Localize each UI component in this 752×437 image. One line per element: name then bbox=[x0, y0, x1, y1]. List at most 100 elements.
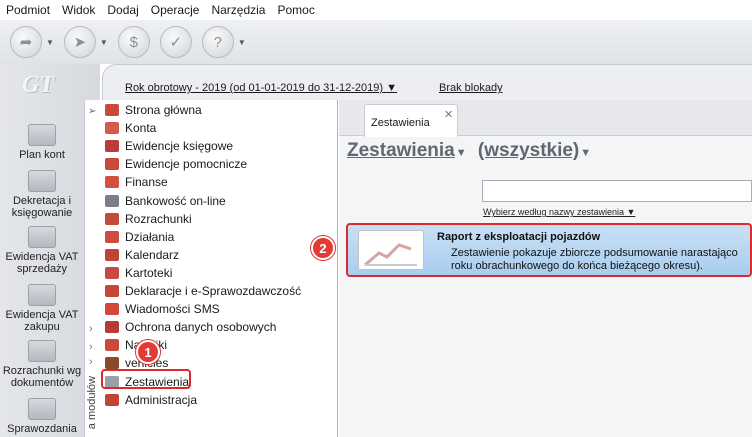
highlight-zestawienia bbox=[101, 369, 191, 389]
dropdown-arrow-icon[interactable]: ▼ bbox=[46, 38, 54, 47]
chevron-down-icon[interactable]: ▼ bbox=[456, 147, 467, 159]
search-hint-label: Wybierz według nazwy zestawienia bbox=[483, 207, 624, 217]
search-hint[interactable]: Wybierz według nazwy zestawienia ▼ bbox=[483, 207, 635, 217]
tab-zestawienia[interactable]: Zestawienia ✕ bbox=[364, 104, 458, 137]
menu-podmiot[interactable]: Podmiot bbox=[6, 3, 50, 17]
report-title: Raport z eksploatacji pojazdów bbox=[437, 231, 601, 243]
nav-label: Dekretacja i księgowanie bbox=[11, 195, 73, 219]
module-item[interactable]: Działania bbox=[105, 228, 174, 246]
module-item[interactable]: Kartoteki bbox=[105, 264, 172, 282]
page-title: Zestawienia▼ (wszystkie)▼ bbox=[347, 140, 597, 162]
module-icon bbox=[105, 266, 119, 279]
tab-label: Zestawienia bbox=[371, 117, 430, 129]
module-icon bbox=[105, 303, 119, 316]
module-icon bbox=[105, 104, 119, 116]
module-label: Konta bbox=[125, 121, 157, 136]
checklist-button[interactable]: ✓ bbox=[159, 26, 192, 58]
module-item[interactable]: Ewidencje pomocnicze bbox=[105, 155, 247, 173]
nav-label: Rozrachunki wg dokumentów bbox=[2, 365, 82, 389]
module-icon bbox=[105, 212, 119, 225]
module-item[interactable]: Bankowość on-line bbox=[105, 192, 226, 210]
nav-label: Ewidencja VAT sprzedaży bbox=[5, 251, 79, 275]
fiscal-year-selector[interactable]: Rok obrotowy - 2019 (od 01-01-2019 do 31… bbox=[125, 82, 397, 94]
filter-dropdown[interactable]: (wszystkie) bbox=[478, 140, 579, 161]
module-icon bbox=[105, 122, 119, 135]
module-item[interactable]: Administracja bbox=[105, 391, 197, 409]
module-item[interactable]: Kalendarz bbox=[105, 246, 179, 264]
posting-icon bbox=[28, 170, 56, 192]
menu-widok[interactable]: Widok bbox=[62, 3, 95, 17]
nav-vat-sprzedazy[interactable]: Ewidencja VAT sprzedaży bbox=[0, 226, 84, 275]
module-item[interactable]: Finanse bbox=[105, 173, 168, 191]
module-icon bbox=[105, 339, 119, 352]
back-arrow-icon: ➦ bbox=[10, 26, 42, 58]
forward-arrow-icon: ➤ bbox=[63, 26, 96, 58]
menu-narzedzia[interactable]: Narzędzia bbox=[211, 3, 265, 17]
module-label: Bankowość on-line bbox=[125, 193, 226, 208]
module-icon bbox=[105, 285, 119, 297]
back-button[interactable]: ➦ ▼ bbox=[10, 26, 54, 58]
module-label: Ochrona danych osobowych bbox=[125, 320, 277, 335]
chevron-down-icon[interactable]: ▼ bbox=[580, 147, 591, 159]
module-icon bbox=[105, 321, 119, 334]
module-item[interactable]: Ewidencje księgowe bbox=[105, 137, 233, 155]
dropdown-arrow-icon[interactable]: ▼ bbox=[238, 38, 246, 47]
module-item[interactable]: Wiadomości SMS bbox=[105, 300, 220, 318]
chevron-right-icon[interactable]: › bbox=[89, 356, 93, 368]
fiscal-year-label: Rok obrotowy - 2019 (od 01-01-2019 do 31… bbox=[125, 82, 384, 94]
nav-dekretacja[interactable]: Dekretacja i księgowanie bbox=[0, 170, 84, 219]
nav-plan-kont[interactable]: Plan kont bbox=[0, 124, 84, 161]
chevron-right-icon[interactable]: › bbox=[89, 323, 93, 335]
menu-dodaj[interactable]: Dodaj bbox=[107, 3, 138, 17]
module-item[interactable]: Rozrachunki bbox=[105, 210, 192, 228]
chevron-down-icon: ▼ bbox=[626, 207, 636, 217]
lock-status-link[interactable]: Brak blokady bbox=[439, 82, 503, 94]
chart-of-accounts-icon bbox=[28, 124, 56, 146]
close-icon[interactable]: ✕ bbox=[444, 108, 453, 121]
annotation-badge-1: 1 bbox=[136, 340, 160, 364]
module-icon bbox=[105, 230, 119, 243]
coins-button[interactable]: $ bbox=[117, 26, 150, 58]
nav-label: Ewidencja VAT zakupu bbox=[5, 309, 79, 333]
nav-sprawozdania[interactable]: Sprawozdania bbox=[0, 398, 84, 435]
module-label: Ewidencje księgowe bbox=[125, 139, 234, 154]
chevron-down-icon: ▼ bbox=[386, 82, 398, 94]
nav-rozrachunki[interactable]: Rozrachunki wg dokumentów bbox=[0, 340, 84, 389]
module-item[interactable]: Deklaracje i e-Sprawozdawczość bbox=[105, 282, 301, 300]
module-item[interactable]: Ochrona danych osobowych bbox=[105, 318, 276, 336]
menu-operacje[interactable]: Operacje bbox=[151, 3, 200, 17]
modules-vertical-label: a modułów bbox=[86, 376, 98, 430]
vat-sales-icon bbox=[28, 226, 56, 248]
nav-label: Plan kont bbox=[19, 149, 65, 161]
module-icon bbox=[105, 158, 119, 171]
annotation-badge-2: 2 bbox=[311, 236, 335, 260]
module-label: Ewidencje pomocnicze bbox=[125, 157, 248, 172]
module-label: Wiadomości SMS bbox=[125, 302, 220, 317]
help-button[interactable]: ? ▼ bbox=[201, 26, 246, 58]
module-item[interactable]: Konta bbox=[105, 119, 156, 137]
module-icon bbox=[105, 393, 119, 406]
nav-vat-zakupu[interactable]: Ewidencja VAT zakupu bbox=[0, 284, 84, 333]
module-label: Finanse bbox=[125, 175, 168, 190]
report-card[interactable]: Raport z eksploatacji pojazdów Zestawien… bbox=[346, 223, 752, 277]
app-logo: GT bbox=[22, 72, 54, 98]
chevron-right-icon[interactable]: › bbox=[89, 341, 93, 353]
nav-label: Sprawozdania bbox=[7, 423, 77, 435]
toolbar: ➦ ▼ ➤ ▼ $ ✓ ? ▼ bbox=[0, 20, 752, 64]
module-icon bbox=[105, 248, 119, 261]
module-item[interactable]: Strona główna bbox=[105, 101, 202, 119]
menu-bar: Podmiot Widok Dodaj Operacje Narzędzia P… bbox=[0, 0, 752, 20]
module-label: Działania bbox=[125, 229, 175, 244]
module-label: Strona główna bbox=[125, 103, 202, 117]
module-label: Deklaracje i e-Sprawozdawczość bbox=[125, 284, 302, 298]
pin-icon[interactable]: ➢ bbox=[88, 106, 96, 117]
reports-icon bbox=[28, 398, 56, 420]
report-search-input[interactable] bbox=[482, 180, 752, 202]
vat-purchase-icon bbox=[28, 284, 56, 306]
module-label: Administracja bbox=[125, 392, 198, 407]
title-dropdown[interactable]: Zestawienia bbox=[347, 140, 455, 161]
forward-button[interactable]: ➤ ▼ bbox=[63, 26, 108, 58]
module-icon bbox=[105, 176, 119, 189]
dropdown-arrow-icon[interactable]: ▼ bbox=[100, 38, 108, 47]
menu-pomoc[interactable]: Pomoc bbox=[277, 3, 314, 17]
